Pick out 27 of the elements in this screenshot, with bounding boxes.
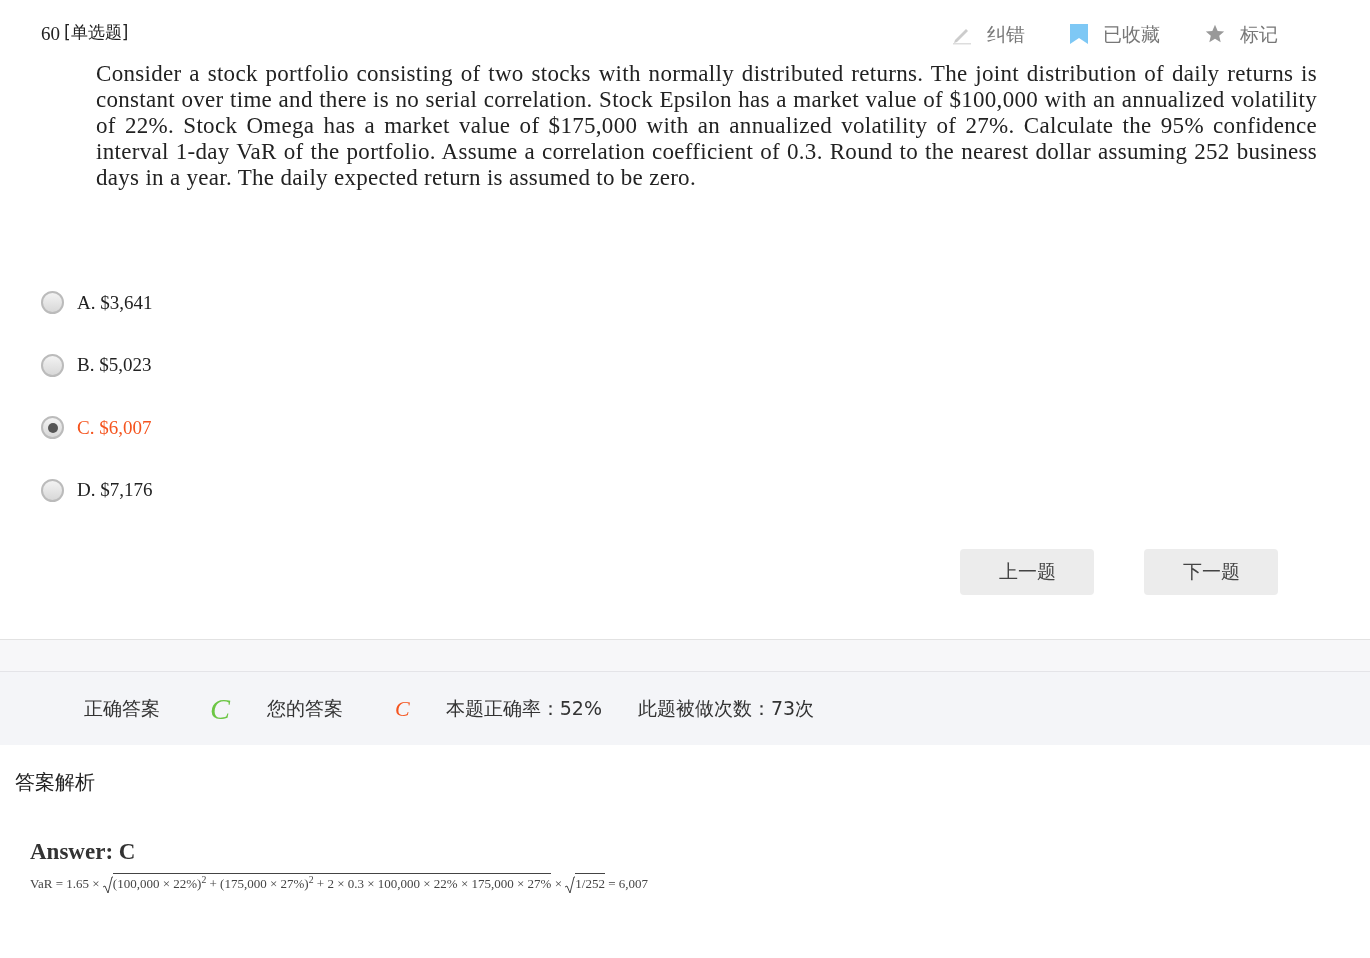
accuracy-text: 本题正确率：52% bbox=[445, 695, 602, 721]
answer-heading: Answer: C bbox=[30, 837, 136, 866]
nav-button[interactable]: 下一题 bbox=[1144, 548, 1278, 595]
your-answer-label: 您的答案 bbox=[267, 695, 343, 721]
question-number: 60 bbox=[41, 22, 60, 46]
correct-answer: C bbox=[210, 690, 230, 727]
action-button[interactable]: 纠错 bbox=[951, 20, 1025, 49]
square-root-icon bbox=[565, 875, 576, 894]
answer-option[interactable]: D. $7,176 bbox=[41, 476, 1370, 505]
correct-answer-label: 正确答案 bbox=[84, 695, 160, 721]
your-answer: C bbox=[395, 694, 410, 723]
answer-option[interactable]: B. $5,023 bbox=[41, 351, 1370, 380]
bookmark-icon bbox=[1069, 23, 1089, 46]
nav-button[interactable]: 上一题 bbox=[960, 548, 1094, 595]
answer-option[interactable]: A. $3,641 bbox=[41, 288, 1370, 317]
radio-button[interactable] bbox=[41, 353, 64, 377]
var-formula: VaR = 1.65 × (100,000 × 22%)$^{2}$ + (175,000 × 27%)$^{2}$ + 2 × 0.3 × 100,000 × 22% × 175,000 × 27% × 1/252 = 6,007 bbox=[30, 873, 648, 894]
attempts-text: 此题被做次数：73次 bbox=[637, 695, 815, 721]
radio-button[interactable] bbox=[41, 416, 64, 440]
radio-button[interactable] bbox=[41, 478, 64, 502]
action-button[interactable]: 已收藏 bbox=[1069, 20, 1160, 49]
question-text: Consider a stock portfolio consisting of two stocks with normally distributed returns. The joint distribution of daily returns is constant over time and there is no serial correlation. Stock Epsilon has a market value of $100,000 with an annualized volatility of 22%. Stock Omega has a market value of $175,000 with an annualized volatility of 27%. Calculate the 95% confidence interval 1-day VaR of the portfolio. Assume a correlation coefficient of 0.3. Round to the nearest dollar assuming 252 business days in a year. The daily expected return is assumed to be zero. bbox=[96, 60, 1317, 191]
square-root-icon bbox=[102, 875, 113, 894]
radio-button[interactable] bbox=[41, 291, 64, 315]
action-button[interactable]: 标记 bbox=[1204, 20, 1278, 49]
question-type: [单选题] bbox=[64, 21, 129, 44]
analysis-title: 答案解析 bbox=[15, 768, 95, 796]
